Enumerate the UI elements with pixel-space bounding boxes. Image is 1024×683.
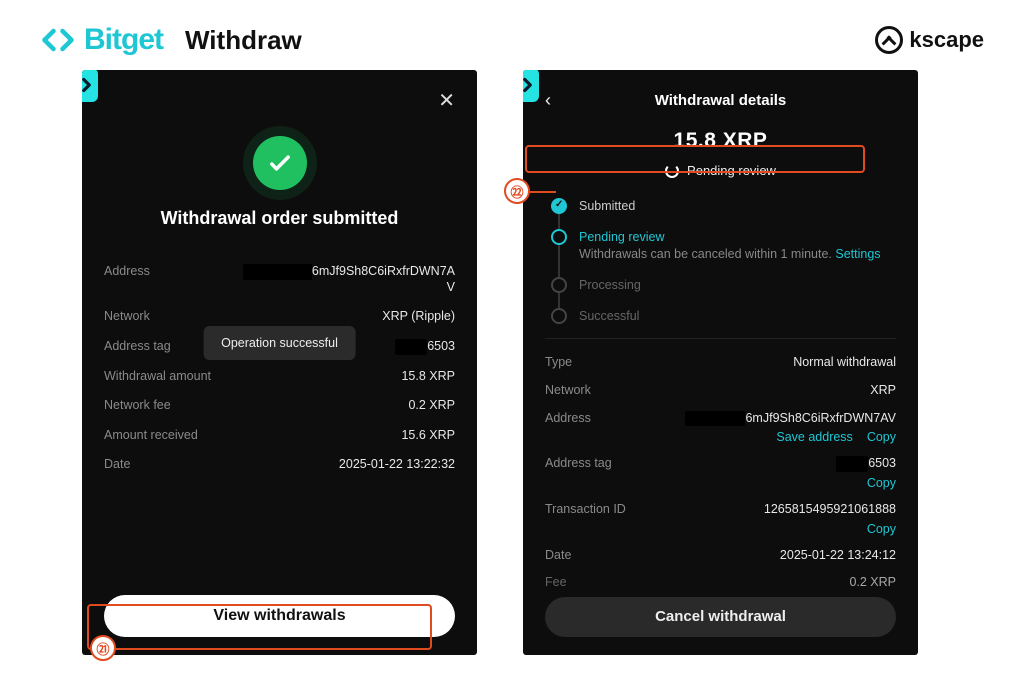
label-type: Type: [545, 355, 572, 369]
value-address2: p4l·········6mJf9Sh8C6iRxfrDWN7AV: [685, 411, 896, 427]
screen-withdrawal-details: ‹ Withdrawal details 15.8 XRP Pending re…: [523, 70, 918, 655]
details-title: Withdrawal details: [655, 92, 787, 109]
label-date: Date: [104, 457, 130, 471]
label-network2: Network: [545, 383, 591, 397]
timeline-processing: Processing: [579, 277, 641, 294]
value-address-tag: 42···6503: [395, 339, 455, 355]
kscape-icon: [875, 26, 903, 54]
status-pending-review: Pending review: [545, 163, 896, 178]
copy-tag-link[interactable]: Copy: [867, 476, 896, 490]
details-amount: 15.8 XRP: [545, 129, 896, 153]
kscape-text: kscape: [909, 27, 984, 53]
app-badge-icon: [523, 70, 539, 102]
label-address2: Address: [545, 411, 591, 425]
value-date: 2025-01-22 13:22:32: [339, 457, 455, 473]
value-network-fee: 0.2 XRP: [408, 398, 455, 414]
timeline-pending-note: Withdrawals can be canceled within 1 min…: [579, 246, 881, 263]
value-tag2: 42···6503: [836, 456, 896, 472]
timeline-dot-successful: [551, 308, 567, 324]
annotation-line-21: [116, 648, 134, 650]
copy-txid-link[interactable]: Copy: [867, 522, 896, 536]
submitted-heading: Withdrawal order submitted: [104, 208, 455, 229]
label-date2: Date: [545, 548, 571, 562]
timeline-successful: Successful: [579, 308, 639, 325]
save-address-link[interactable]: Save address: [776, 430, 852, 444]
cancel-withdrawal-button[interactable]: Cancel withdrawal: [545, 597, 896, 637]
close-icon[interactable]: ✕: [438, 88, 455, 113]
page-title: Withdraw: [185, 25, 302, 56]
label-address: Address: [104, 264, 150, 278]
value-fee2: 0.2 XRP: [849, 575, 896, 591]
value-withdrawal-amount: 15.8 XRP: [401, 369, 455, 385]
label-withdrawal-amount: Withdrawal amount: [104, 369, 211, 383]
label-fee2: Fee: [545, 575, 567, 589]
timeline-dot-pending: [551, 229, 567, 245]
brand-text: Bitget: [84, 23, 163, 57]
label-tag2: Address tag: [545, 456, 612, 470]
bitget-logo: Bitget: [40, 22, 163, 58]
timeline-pending: Pending review: [579, 229, 881, 246]
timeline-submitted: Submitted: [579, 198, 635, 215]
spinner-icon: [665, 164, 679, 178]
annotation-step-22: ㉒: [504, 178, 530, 204]
label-amount-received: Amount received: [104, 428, 198, 442]
label-network-fee: Network fee: [104, 398, 171, 412]
view-withdrawals-button[interactable]: View withdrawals: [104, 595, 455, 637]
value-date2: 2025-01-22 13:24:12: [780, 548, 896, 564]
value-network: XRP (Ripple): [382, 309, 455, 325]
success-check-icon: [253, 136, 307, 190]
annotation-step-21: ㉑: [90, 635, 116, 661]
settings-link[interactable]: Settings: [835, 247, 880, 261]
value-txid: 1265815495921061888: [764, 502, 896, 518]
label-txid: Transaction ID: [545, 502, 626, 516]
status-timeline: Submitted Pending review Withdrawals can…: [545, 198, 896, 324]
annotation-line-22: [530, 191, 556, 193]
value-amount-received: 15.6 XRP: [401, 428, 455, 444]
value-network2: XRP: [870, 383, 896, 399]
timeline-dot-submitted: [551, 198, 567, 214]
value-address: xp············6mJf9Sh8C6iRxfrDWN7AV: [237, 264, 455, 295]
value-type: Normal withdrawal: [793, 355, 896, 371]
toast-operation-successful: Operation successful: [203, 326, 356, 360]
back-icon[interactable]: ‹: [545, 90, 551, 111]
kscape-logo: kscape: [875, 26, 984, 54]
app-badge-icon: [82, 70, 98, 102]
timeline-dot-processing: [551, 277, 567, 293]
label-address-tag: Address tag: [104, 339, 171, 353]
pending-label: Pending review: [687, 163, 776, 178]
bitget-arrows-icon: [40, 22, 76, 58]
screen-withdraw-submitted: ✕ Withdrawal order submitted Address xp·…: [82, 70, 477, 655]
label-network: Network: [104, 309, 150, 323]
copy-address-link[interactable]: Copy: [867, 430, 896, 444]
